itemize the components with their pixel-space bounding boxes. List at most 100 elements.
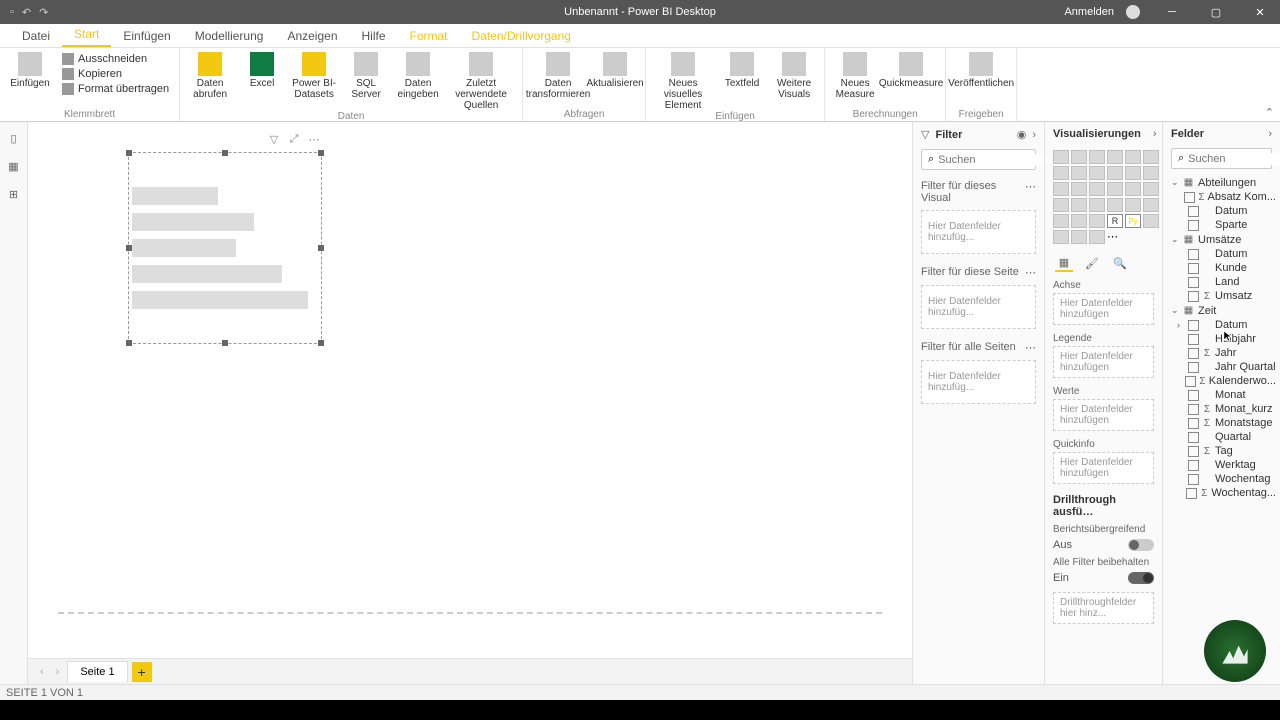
viz-type[interactable] [1071, 182, 1087, 196]
legend-well[interactable]: Hier Datenfelder hinzufügen [1053, 346, 1154, 378]
quick-measure-button[interactable]: Quickmeasure [883, 50, 939, 89]
viz-type[interactable] [1053, 198, 1069, 212]
undo-icon[interactable]: ↶ [22, 6, 31, 19]
fields-tab-icon[interactable]: ▦ [1055, 254, 1073, 272]
field-Kalenderwo...[interactable]: ΣKalenderwo... [1163, 374, 1280, 388]
viz-type[interactable] [1125, 182, 1141, 196]
copy-button[interactable]: Kopieren [58, 67, 173, 81]
viz-type[interactable] [1107, 198, 1123, 212]
viz-type[interactable] [1143, 166, 1159, 180]
report-view-icon[interactable]: ▯ [6, 130, 22, 146]
get-data-button[interactable]: Daten abrufen [186, 50, 234, 100]
filter-icon[interactable]: ▽ [267, 133, 281, 146]
drill-fields-well[interactable]: Drillthroughfelder hier hinz... [1053, 592, 1154, 624]
viz-type[interactable]: R [1107, 214, 1123, 228]
avatar[interactable] [1126, 5, 1140, 19]
filter-page-well[interactable]: Hier Datenfelder hinzufüg... [921, 285, 1036, 329]
viz-type[interactable] [1089, 166, 1105, 180]
table-Abteilungen[interactable]: ⌄▦Abteilungen [1163, 175, 1280, 190]
collapse-icon[interactable]: › [1268, 128, 1272, 140]
field-Werktag[interactable]: Werktag [1163, 458, 1280, 472]
filter-all-well[interactable]: Hier Datenfelder hinzufüg... [921, 360, 1036, 404]
table-Umsätze[interactable]: ⌄▦Umsätze [1163, 232, 1280, 247]
page-tab-1[interactable]: Seite 1 [67, 661, 127, 682]
excel-button[interactable]: Excel [238, 50, 286, 89]
tooltip-well[interactable]: Hier Datenfelder hinzufügen [1053, 452, 1154, 484]
viz-type[interactable] [1125, 166, 1141, 180]
eye-icon[interactable]: ◉ [1017, 128, 1027, 141]
page-prev-icon[interactable]: ‹ [36, 666, 48, 678]
viz-type[interactable]: ⋯ [1107, 230, 1123, 244]
viz-type[interactable] [1071, 230, 1087, 244]
save-icon[interactable]: ▫ [10, 6, 14, 19]
login-button[interactable]: Anmelden [1056, 6, 1122, 18]
viz-type[interactable] [1089, 214, 1105, 228]
format-tab-icon[interactable]: 🖌 [1083, 254, 1101, 272]
viz-type[interactable] [1071, 214, 1087, 228]
new-measure-button[interactable]: Neues Measure [831, 50, 879, 100]
field-Umsatz[interactable]: ΣUmsatz [1163, 289, 1280, 303]
field-Datum[interactable]: Datum [1163, 247, 1280, 261]
cross-report-toggle[interactable] [1128, 539, 1154, 551]
viz-type[interactable] [1143, 198, 1159, 212]
tab-anzeigen[interactable]: Anzeigen [275, 25, 349, 47]
viz-type[interactable] [1053, 150, 1069, 164]
viz-type[interactable] [1071, 198, 1087, 212]
visual-placeholder[interactable]: ▽ ⤢ ⋯ [128, 152, 322, 344]
viz-type[interactable] [1143, 214, 1159, 228]
textbox-button[interactable]: Textfeld [718, 50, 766, 89]
field-Tag[interactable]: ΣTag [1163, 444, 1280, 458]
report-canvas[interactable]: ▽ ⤢ ⋯ ‹ › Seite 1 [28, 122, 912, 684]
filter-search[interactable]: ⌕ [921, 149, 1036, 170]
paste-button[interactable]: Einfügen [6, 50, 54, 89]
field-Kunde[interactable]: Kunde [1163, 261, 1280, 275]
more-icon[interactable]: ⋯ [307, 133, 321, 146]
tab-hilfe[interactable]: Hilfe [350, 25, 398, 47]
refresh-button[interactable]: Aktualisieren [591, 50, 639, 89]
field-Wochentag...[interactable]: ΣWochentag... [1163, 486, 1280, 500]
new-visual-button[interactable]: Neues visuelles Element [652, 50, 714, 111]
viz-type[interactable] [1089, 182, 1105, 196]
viz-type[interactable] [1053, 182, 1069, 196]
viz-type[interactable] [1107, 166, 1123, 180]
viz-type[interactable] [1071, 150, 1087, 164]
tab-einfuegen[interactable]: Einfügen [111, 25, 182, 47]
collapse-icon[interactable]: › [1032, 129, 1036, 141]
field-Wochentag[interactable]: Wochentag [1163, 472, 1280, 486]
field-Monatstage[interactable]: ΣMonatstage [1163, 416, 1280, 430]
viz-type[interactable] [1107, 182, 1123, 196]
keep-filters-toggle[interactable] [1128, 572, 1154, 584]
field-Absatz Kom...[interactable]: ΣAbsatz Kom... [1163, 190, 1280, 204]
more-icon[interactable]: ⋯ [1025, 266, 1036, 279]
field-Quartal[interactable]: Quartal [1163, 430, 1280, 444]
viz-type[interactable] [1071, 166, 1087, 180]
model-view-icon[interactable]: ⊞ [6, 186, 22, 202]
focus-icon[interactable]: ⤢ [287, 133, 301, 146]
viz-type[interactable] [1089, 230, 1105, 244]
field-Datum[interactable]: Datum [1163, 204, 1280, 218]
viz-type[interactable] [1089, 198, 1105, 212]
data-view-icon[interactable]: ▦ [6, 158, 22, 174]
enter-data-button[interactable]: Daten eingeben [394, 50, 442, 100]
maximize-button[interactable]: ▢ [1196, 0, 1236, 24]
transform-button[interactable]: Daten transformieren [529, 50, 587, 100]
tab-drill[interactable]: Daten/Drillvorgang [460, 25, 583, 47]
viz-type[interactable]: Py [1125, 214, 1141, 228]
add-page-button[interactable]: + [132, 662, 152, 682]
close-button[interactable]: ✕ [1240, 0, 1280, 24]
values-well[interactable]: Hier Datenfelder hinzufügen [1053, 399, 1154, 431]
tab-modellierung[interactable]: Modellierung [183, 25, 276, 47]
field-Monat[interactable]: Monat [1163, 388, 1280, 402]
field-Land[interactable]: Land [1163, 275, 1280, 289]
publish-button[interactable]: Veröffentlichen [952, 50, 1010, 89]
more-icon[interactable]: ⋯ [1025, 341, 1036, 354]
sql-button[interactable]: SQL Server [342, 50, 390, 100]
viz-type[interactable] [1053, 166, 1069, 180]
page-next-icon[interactable]: › [52, 666, 64, 678]
viz-type[interactable] [1053, 214, 1069, 228]
fields-search[interactable]: ⌕ [1171, 148, 1272, 169]
format-painter-button[interactable]: Format übertragen [58, 82, 173, 96]
field-Jahr[interactable]: ΣJahr [1163, 346, 1280, 360]
viz-type[interactable] [1089, 150, 1105, 164]
tab-datei[interactable]: Datei [10, 25, 62, 47]
